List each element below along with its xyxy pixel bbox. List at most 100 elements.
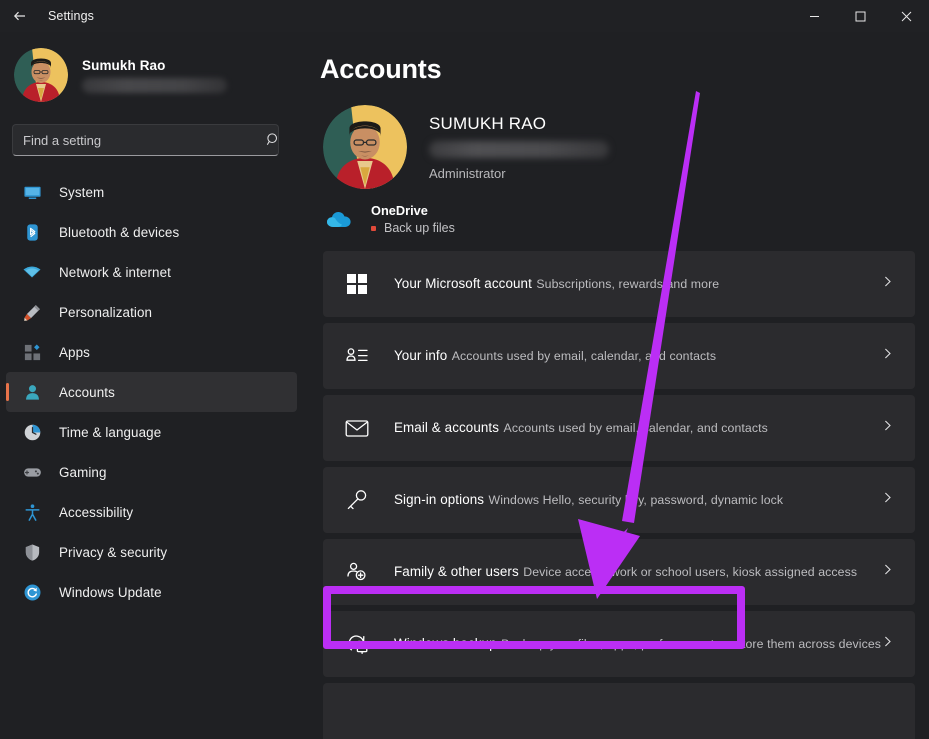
maximize-icon [855,11,866,22]
person-add-icon [343,558,371,586]
sidebar-profile-name: Sumukh Rao [82,58,227,73]
card-text: Family & other users Device access, work… [394,563,857,581]
sidebar-item-label: Personalization [59,305,152,320]
card-family-other-users[interactable]: Family & other users Device access, work… [323,539,915,605]
title-bar: Settings [0,0,929,32]
envelope-icon [343,414,371,442]
person-list-icon [343,342,371,370]
clock-icon [20,420,44,444]
shield-icon [20,540,44,564]
sidebar-item-bluetooth-devices[interactable]: Bluetooth & devices [6,212,297,252]
maximize-button[interactable] [837,0,883,32]
person-icon [20,380,44,404]
search-icon[interactable] [266,132,281,152]
sidebar-profile[interactable]: Sumukh Rao [0,32,303,104]
accessibility-icon [20,500,44,524]
sidebar-profile-email-redacted [82,78,227,93]
avatar [14,48,68,102]
card-windows-backup[interactable]: Windows backup Back up your files, apps,… [323,611,915,677]
sidebar: Sumukh Rao Find a setting System [0,32,303,739]
card-subtitle: Subscriptions, rewards and more [536,277,719,291]
chevron-right-icon[interactable] [881,491,894,509]
search-placeholder: Find a setting [23,133,101,148]
sidebar-item-gaming[interactable]: Gaming [6,452,297,492]
card-text: Your Microsoft account Subscriptions, re… [394,275,719,293]
sidebar-item-accessibility[interactable]: Accessibility [6,492,297,532]
account-name: SUMUKH RAO [429,114,609,134]
card-your-info[interactable]: Your info Accounts used by email, calend… [323,323,915,389]
onedrive-cloud-icon [325,205,353,233]
onedrive-title: OneDrive [371,203,455,218]
card-email-accounts[interactable]: Email & accounts Accounts used by email,… [323,395,915,461]
account-hero-text: SUMUKH RAO Administrator [429,114,609,181]
sidebar-nav: System Bluetooth & devices Network & int… [0,172,303,612]
close-icon [901,11,912,22]
card-sign-in-options[interactable]: Sign-in options Windows Hello, security … [323,467,915,533]
chevron-right-icon[interactable] [881,275,894,293]
onedrive-status: Back up files [384,221,455,235]
page-title: Accounts [303,32,929,85]
sidebar-item-label: Bluetooth & devices [59,225,179,240]
settings-window: Settings [0,0,929,739]
card-subtitle: Device access, work or school users, kio… [523,565,857,579]
status-badge [371,226,376,231]
card-subtitle: Back up your files, apps, preferences to… [501,637,881,651]
sidebar-item-windows-update[interactable]: Windows Update [6,572,297,612]
sidebar-item-label: Accounts [59,385,115,400]
sidebar-item-network-internet[interactable]: Network & internet [6,252,297,292]
card-title: Windows backup [394,636,497,651]
back-arrow-icon [12,8,28,24]
card-subtitle: Accounts used by email, calendar, and co… [452,349,716,363]
chevron-right-icon[interactable] [881,635,894,653]
backup-sync-icon [343,630,371,658]
sidebar-item-label: System [59,185,104,200]
bluetooth-icon [20,220,44,244]
sidebar-item-label: Network & internet [59,265,171,280]
sidebar-item-apps[interactable]: Apps [6,332,297,372]
wifi-icon [20,260,44,284]
onedrive-status-row: Back up files [371,221,455,235]
settings-card-list: Your Microsoft account Subscriptions, re… [303,251,929,739]
card-text: Your info Accounts used by email, calend… [394,347,716,365]
account-role: Administrator [429,166,609,181]
chevron-right-icon[interactable] [881,419,894,437]
sidebar-item-label: Privacy & security [59,545,167,560]
card-subtitle: Accounts used by email, calendar, and co… [504,421,768,435]
gamepad-icon [20,460,44,484]
sidebar-item-accounts[interactable]: Accounts [6,372,297,412]
sidebar-item-privacy-security[interactable]: Privacy & security [6,532,297,572]
card-your-microsoft-account[interactable]: Your Microsoft account Subscriptions, re… [323,251,915,317]
close-button[interactable] [883,0,929,32]
card-title: Sign-in options [394,492,484,507]
window-title: Settings [48,9,94,23]
search-container: Find a setting [12,124,291,156]
sidebar-item-label: Gaming [59,465,107,480]
sidebar-item-label: Accessibility [59,505,133,520]
sidebar-item-time-language[interactable]: Time & language [6,412,297,452]
avatar [323,105,407,189]
minimize-button[interactable] [791,0,837,32]
paintbrush-icon [20,300,44,324]
sidebar-item-personalization[interactable]: Personalization [6,292,297,332]
search-input[interactable]: Find a setting [12,124,279,156]
card-title: Email & accounts [394,420,499,435]
card-subtitle: Windows Hello, security key, password, d… [489,493,784,507]
window-controls [791,0,929,32]
main-content: Accounts [303,32,929,739]
update-refresh-icon [20,580,44,604]
card-text: Sign-in options Windows Hello, security … [394,491,783,509]
onedrive-section[interactable]: OneDrive Back up files [303,189,929,235]
back-button[interactable] [0,0,40,32]
card-title: Family & other users [394,564,519,579]
card-text: Email & accounts Accounts used by email,… [394,419,768,437]
card-text: Windows backup Back up your files, apps,… [394,635,881,653]
microsoft-logo-icon [343,270,371,298]
sidebar-item-label: Time & language [59,425,161,440]
chevron-right-icon[interactable] [881,347,894,365]
sidebar-item-system[interactable]: System [6,172,297,212]
sidebar-item-label: Windows Update [59,585,162,600]
card-next-partial[interactable] [323,683,915,739]
onedrive-text: OneDrive Back up files [371,203,455,235]
chevron-right-icon[interactable] [881,563,894,581]
card-title: Your Microsoft account [394,276,532,291]
